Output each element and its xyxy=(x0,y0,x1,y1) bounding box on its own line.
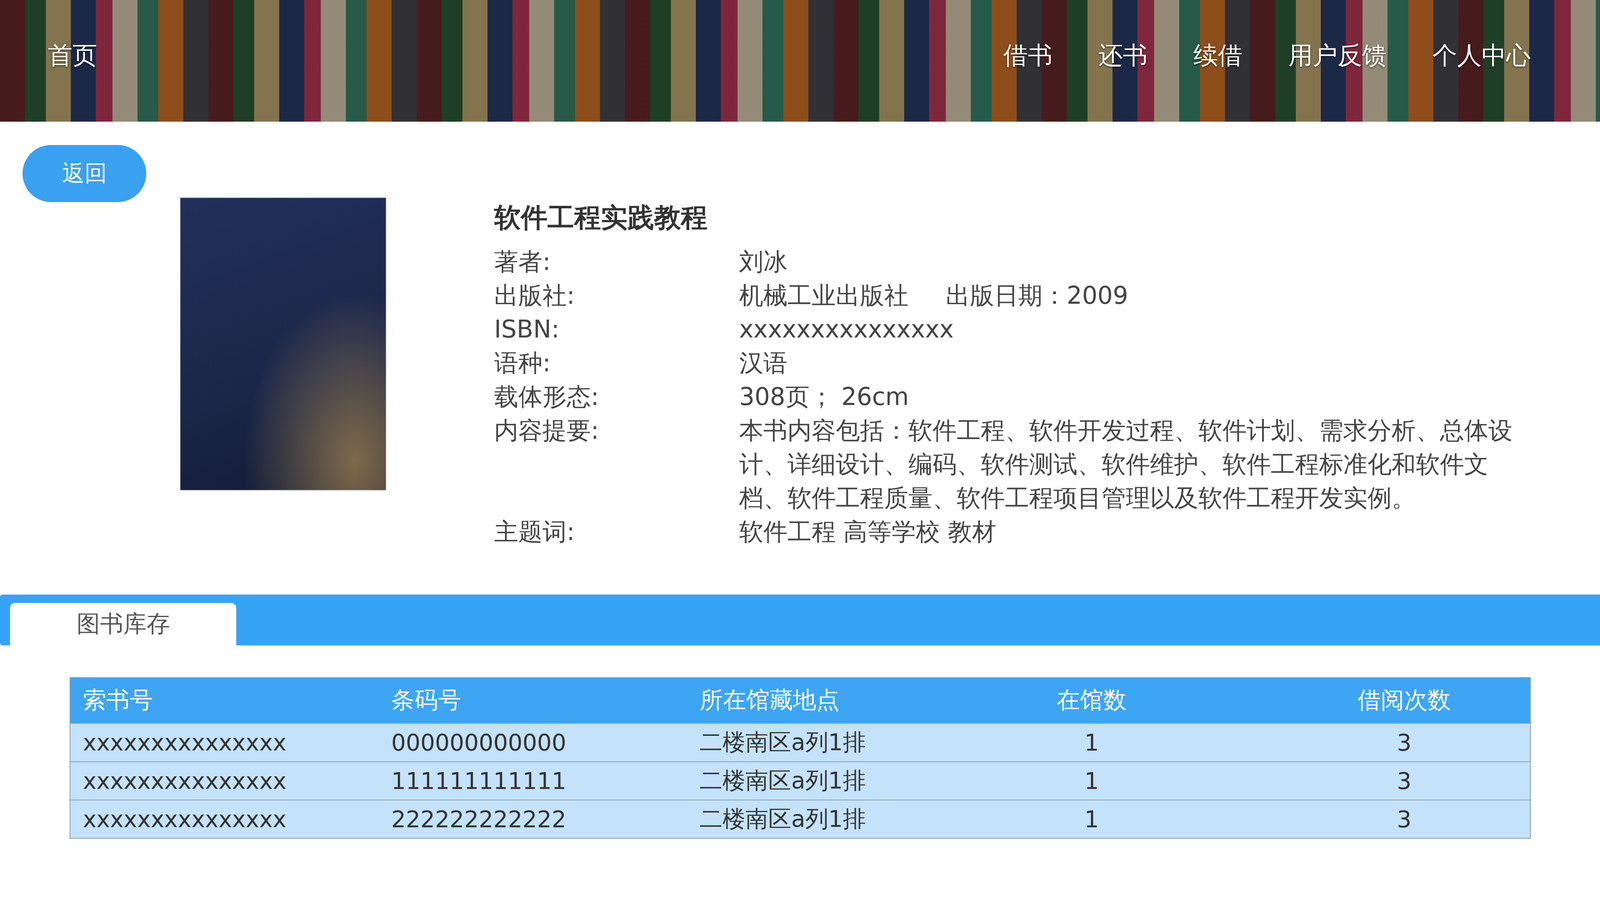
field-row: 主题词:软件工程 高等学校 教材 xyxy=(494,515,1503,549)
field-value: xxxxxxxxxxxxxxx xyxy=(739,312,1515,347)
field-value: 软件工程 高等学校 教材 xyxy=(739,515,1515,549)
book-info: 软件工程实践教程著者:刘冰出版社:机械工业出版社出版日期：2009ISBN:xx… xyxy=(22,197,1600,595)
table-cell: xxxxxxxxxxxxxxx xyxy=(70,764,379,798)
table-cell: 000000000000 xyxy=(378,725,688,760)
nav-link[interactable]: 续借 xyxy=(1193,39,1243,73)
column-header: 条码号 xyxy=(378,681,688,720)
column-header: 在馆数 xyxy=(1030,681,1154,720)
table-cell: 1 xyxy=(1030,725,1154,760)
field-row: ISBN:xxxxxxxxxxxxxxx xyxy=(494,312,1503,347)
field-label: 语种: xyxy=(494,346,740,380)
field-value: 刘冰 xyxy=(739,245,1515,279)
field-value: 机械工业出版社出版日期：2009 xyxy=(739,278,1515,313)
book-title: 软件工程实践教程 xyxy=(494,199,1503,236)
column-header: 借阅次数 xyxy=(1153,681,1530,720)
field-value: 本书内容包括：软件工程、软件开发过程、软件计划、需求分析、总体设计、详细设计、编… xyxy=(739,413,1515,515)
book-cover xyxy=(179,197,387,491)
nav-link[interactable]: 个人中心 xyxy=(1432,39,1531,73)
nav-link[interactable]: 用户反馈 xyxy=(1288,39,1387,73)
table-cell: 3 xyxy=(1153,764,1530,798)
home-link[interactable]: 首页 xyxy=(47,39,98,73)
tab[interactable]: 图书库存 xyxy=(10,602,237,646)
table-cell: 3 xyxy=(1153,802,1530,836)
table-cell: 二楼南区a列1排 xyxy=(687,723,1030,762)
field-label: 载体形态: xyxy=(494,380,740,414)
nav-link[interactable]: 还书 xyxy=(1098,39,1148,73)
book-details: 软件工程实践教程著者:刘冰出版社:机械工业出版社出版日期：2009ISBN:xx… xyxy=(494,197,1503,549)
column-header: 所在馆藏地点 xyxy=(687,681,1030,720)
field-label: ISBN: xyxy=(494,312,740,347)
field-extra: 出版日期：2009 xyxy=(945,278,1129,313)
table-row[interactable]: xxxxxxxxxxxxxxx222222222222二楼南区a列1排13 xyxy=(70,799,1530,838)
table-cell: 1 xyxy=(1030,802,1154,836)
field-label: 著者: xyxy=(494,245,740,279)
field-label: 内容提要: xyxy=(494,413,740,515)
field-value: 汉语 xyxy=(739,346,1515,380)
table-cell: xxxxxxxxxxxxxxx xyxy=(70,802,379,836)
field-row: 内容提要:本书内容包括：软件工程、软件开发过程、软件计划、需求分析、总体设计、详… xyxy=(494,413,1503,515)
table-row[interactable]: xxxxxxxxxxxxxxx000000000000二楼南区a列1排13 xyxy=(70,722,1530,762)
table-header: 索书号条码号所在馆藏地点在馆数借阅次数 xyxy=(70,677,1530,723)
nav-menu: 借书 还书 续借 用户反馈 个人中心 xyxy=(1003,39,1531,73)
field-row: 著者:刘冰 xyxy=(494,245,1503,279)
table-cell: 222222222222 xyxy=(378,802,688,836)
table-cell: 3 xyxy=(1153,725,1530,760)
table-cell: 二楼南区a列1排 xyxy=(687,800,1030,838)
field-row: 出版社:机械工业出版社出版日期：2009 xyxy=(494,278,1503,313)
table-cell: xxxxxxxxxxxxxxx xyxy=(70,725,379,760)
field-value: 308页； 26cm xyxy=(739,380,1515,414)
content: 返回软件工程实践教程著者:刘冰出版社:机械工业出版社出版日期：2009ISBN:… xyxy=(0,121,1600,595)
table-cell: 二楼南区a列1排 xyxy=(687,762,1030,800)
field-row: 语种:汉语 xyxy=(494,346,1503,380)
field-label: 主题词: xyxy=(494,515,740,549)
book-detail-page: 首页 借书 还书 续借 用户反馈 个人中心返回软件工程实践教程著者:刘冰出版社:机械工业出… xyxy=(0,0,1600,900)
header-banner: 首页 借书 还书 续借 用户反馈 个人中心 xyxy=(0,0,1600,122)
table-cell: 111111111111 xyxy=(378,764,688,798)
field-row: 载体形态:308页； 26cm xyxy=(494,380,1503,414)
column-header: 索书号 xyxy=(70,681,379,720)
back-button[interactable]: 返回 xyxy=(22,145,147,203)
table-row[interactable]: xxxxxxxxxxxxxxx111111111111二楼南区a列1排13 xyxy=(70,761,1530,800)
field-label: 出版社: xyxy=(494,278,740,313)
inventory-table: 索书号条码号所在馆藏地点在馆数借阅次数xxxxxxxxxxxxxxx000000… xyxy=(69,677,1531,839)
table-cell: 1 xyxy=(1030,764,1154,798)
nav-link[interactable]: 借书 xyxy=(1003,39,1053,73)
tab-bar: 图书库存 xyxy=(0,594,1600,646)
